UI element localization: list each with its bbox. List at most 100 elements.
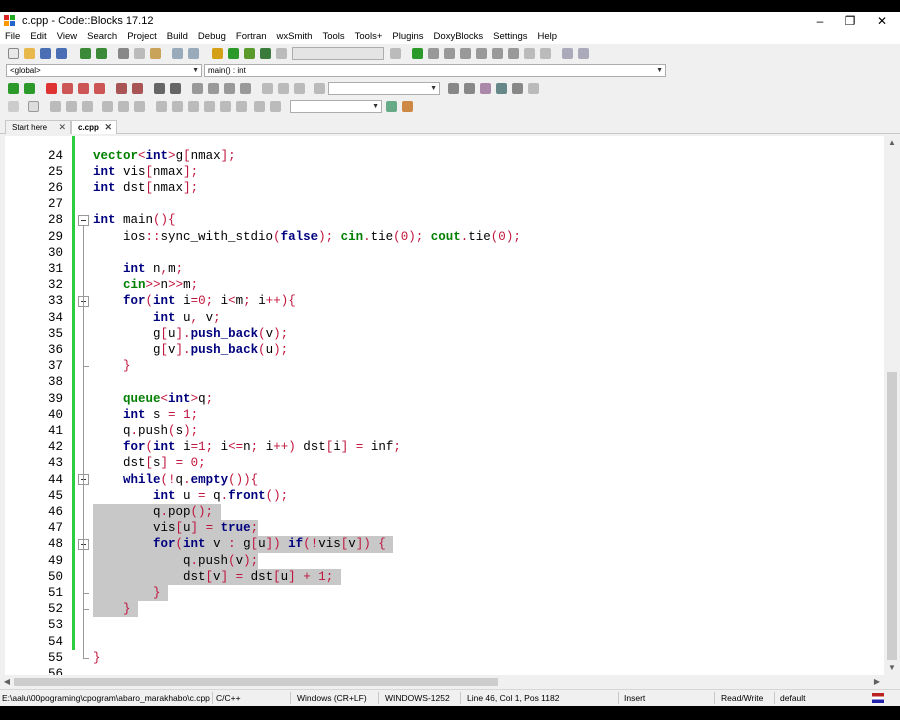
search-back-icon[interactable] — [314, 83, 325, 94]
pause-icon[interactable] — [524, 48, 535, 59]
new-file-icon[interactable] — [8, 48, 19, 59]
zoom-in-icon[interactable] — [220, 101, 231, 112]
zoom-out-icon[interactable] — [236, 101, 247, 112]
redo-icon[interactable] — [96, 48, 107, 59]
tree-widget-icon[interactable] — [204, 101, 215, 112]
vertical-scrollbar[interactable]: ▲ ▼ — [884, 136, 900, 675]
code-editor[interactable]: 24 vector<int>g[nmax]; 25 int vis[nmax]; 26 i… — [5, 136, 884, 675]
doxy-line-comment-icon[interactable] — [170, 83, 181, 94]
minimize-button[interactable]: – — [804, 12, 836, 30]
check-widget-icon[interactable] — [134, 101, 145, 112]
grid-widget-icon[interactable] — [188, 101, 199, 112]
doxy-comment-icon[interactable] — [154, 83, 165, 94]
menu-tools[interactable]: Tools — [317, 30, 349, 44]
menu-edit[interactable]: Edit — [25, 30, 51, 44]
tab-c-cpp[interactable]: c.cpp ✕ — [71, 120, 117, 134]
menu-file[interactable]: File — [0, 30, 25, 44]
replace-icon[interactable] — [188, 48, 199, 59]
scroll-down-icon[interactable]: ▼ — [884, 661, 900, 675]
menu-plugins[interactable]: Plugins — [387, 30, 428, 44]
scroll-right-icon[interactable]: ▶ — [870, 675, 884, 689]
thread-search-options-icon[interactable] — [402, 101, 413, 112]
restore-button[interactable]: ❐ — [834, 12, 866, 30]
next-bookmark-icon[interactable] — [78, 83, 89, 94]
doxy-chm-icon[interactable] — [240, 83, 251, 94]
uncomment-icon[interactable] — [132, 83, 143, 94]
close-window-button[interactable]: ✕ — [866, 12, 898, 30]
tab-start-here[interactable]: Start here ✕ — [5, 120, 71, 134]
undo-icon[interactable] — [80, 48, 91, 59]
doxy-wizard-icon[interactable] — [192, 83, 203, 94]
menu-doxyblocks[interactable]: DoxyBlocks — [429, 30, 489, 44]
run-to-cursor-icon[interactable] — [428, 48, 439, 59]
text-widget-icon[interactable] — [118, 101, 129, 112]
find-icon[interactable] — [172, 48, 183, 59]
previous-bookmark-icon[interactable] — [62, 83, 73, 94]
nav-last-icon[interactable] — [294, 83, 305, 94]
show-target-icon[interactable] — [390, 48, 401, 59]
nav-record-icon[interactable] — [278, 83, 289, 94]
scroll-up-icon[interactable]: ▲ — [884, 136, 900, 150]
pointer-icon[interactable] — [8, 101, 19, 112]
sizer-icon[interactable] — [82, 101, 93, 112]
highlight-icon[interactable] — [480, 83, 491, 94]
symbol-s-icon[interactable] — [254, 101, 265, 112]
save-icon[interactable] — [40, 48, 51, 59]
menu-help[interactable]: Help — [533, 30, 563, 44]
nav-first-icon[interactable] — [262, 83, 273, 94]
stop-debug-icon[interactable] — [540, 48, 551, 59]
match-case-icon[interactable] — [496, 83, 507, 94]
build-run-icon[interactable] — [244, 48, 255, 59]
close-icon[interactable]: ✕ — [104, 121, 112, 134]
regex-icon[interactable] — [512, 83, 523, 94]
abort-icon[interactable] — [276, 48, 287, 59]
debug-windows-icon[interactable] — [562, 48, 573, 59]
step-instruction-icon[interactable] — [508, 48, 519, 59]
incremental-search-input[interactable]: ▼ — [328, 82, 440, 95]
clear-bookmarks-icon[interactable] — [94, 83, 105, 94]
menu-settings[interactable]: Settings — [488, 30, 532, 44]
list-widget-icon[interactable] — [156, 101, 167, 112]
save-all-icon[interactable] — [56, 48, 67, 59]
symbol-c-icon[interactable] — [270, 101, 281, 112]
button-widget-icon[interactable] — [102, 101, 113, 112]
paste-icon[interactable] — [150, 48, 161, 59]
function-select[interactable]: main() : int ▼ — [204, 64, 666, 77]
open-folder-icon[interactable] — [24, 48, 35, 59]
copy-icon[interactable] — [134, 48, 145, 59]
menu-build[interactable]: Build — [162, 30, 193, 44]
menu-tools-plus[interactable]: Tools+ — [350, 30, 388, 44]
step-out-icon[interactable] — [476, 48, 487, 59]
fold-toggle-icon[interactable] — [78, 214, 89, 226]
next-instruction-icon[interactable] — [492, 48, 503, 59]
build-gear-icon[interactable] — [212, 48, 223, 59]
run-icon[interactable] — [228, 48, 239, 59]
scope-select[interactable]: <global> ▼ — [6, 64, 202, 77]
dialog-icon[interactable] — [66, 101, 77, 112]
menu-view[interactable]: View — [52, 30, 82, 44]
scroll-thumb[interactable] — [887, 372, 897, 660]
debug-run-icon[interactable] — [412, 48, 423, 59]
doxy-html-icon[interactable] — [224, 83, 235, 94]
close-icon[interactable]: ✕ — [58, 121, 66, 134]
horizontal-scrollbar[interactable]: ◀ ▶ — [0, 675, 884, 689]
next-line-icon[interactable] — [444, 48, 455, 59]
menu-project[interactable]: Project — [122, 30, 162, 44]
thread-search-icon[interactable] — [386, 101, 397, 112]
debug-info-icon[interactable] — [578, 48, 589, 59]
menu-debug[interactable]: Debug — [193, 30, 231, 44]
comment-icon[interactable] — [116, 83, 127, 94]
frame-icon[interactable] — [28, 101, 39, 112]
search-previous-icon[interactable] — [448, 83, 459, 94]
jump-back-icon[interactable] — [8, 83, 19, 94]
combo-widget-icon[interactable] — [172, 101, 183, 112]
toggle-bookmark-icon[interactable] — [46, 83, 57, 94]
menu-search[interactable]: Search — [82, 30, 122, 44]
jump-forward-icon[interactable] — [24, 83, 35, 94]
search-next-icon[interactable] — [464, 83, 475, 94]
build-target-select[interactable] — [292, 47, 384, 60]
thread-search-input[interactable]: ▼ — [290, 100, 382, 113]
panel-icon[interactable] — [50, 101, 61, 112]
step-into-icon[interactable] — [460, 48, 471, 59]
rebuild-icon[interactable] — [260, 48, 271, 59]
